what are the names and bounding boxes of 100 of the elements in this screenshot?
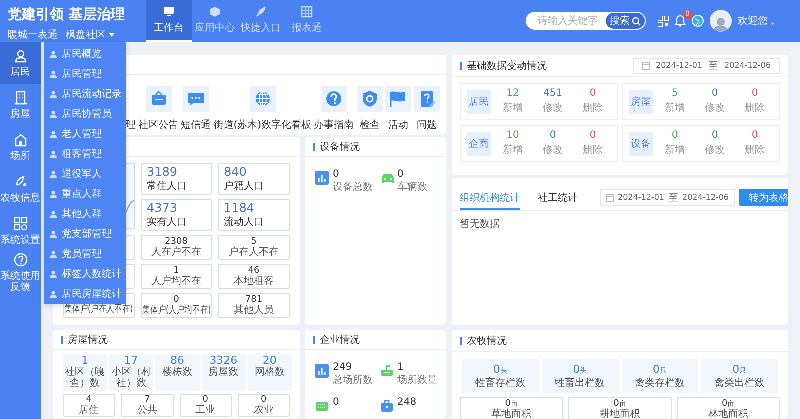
stat-label: 删除 — [745, 144, 765, 157]
menu-item[interactable]: 居民流动记录 — [44, 84, 126, 104]
search-button[interactable]: 搜索 — [606, 13, 645, 29]
sidebar-item[interactable]: 房屋 — [0, 84, 41, 126]
stat-card: 2308 人在户不在 — [141, 235, 212, 260]
category-tag: 设备 — [629, 132, 653, 156]
sidebar-item[interactable]: 居民 — [0, 42, 41, 84]
empty-message: 暂无数据 — [460, 218, 500, 231]
stat-value: 10 — [506, 130, 520, 141]
title-marker — [61, 336, 63, 344]
bell-icon — [675, 15, 686, 27]
stat-label: 删除 — [583, 144, 603, 157]
menu-item[interactable]: 老人管理 — [44, 124, 126, 144]
nav-tab[interactable]: 报表通 — [284, 0, 330, 42]
stat-card: 0 农业 — [238, 394, 290, 417]
panel-title: 农牧情况 — [467, 334, 507, 348]
caret-icon — [109, 33, 115, 37]
person-icon — [50, 150, 57, 158]
shortcut-item[interactable]: 社区公告 — [138, 86, 179, 132]
nav-tab[interactable]: 应用中心 — [192, 0, 238, 42]
nav-tab[interactable]: 工作台 — [146, 0, 192, 42]
leaf-icon — [14, 174, 28, 188]
app-title: 党建引领 基层治理 — [8, 6, 125, 24]
menu-item[interactable]: 重点人群 — [44, 184, 126, 204]
menu-item[interactable]: 标签人数统计 — [44, 264, 126, 284]
menu-item[interactable]: 租客管理 — [44, 144, 126, 164]
stat-tile: 17 小区（村社）数 — [109, 354, 154, 391]
stat-tile: 20 网格数 — [248, 354, 292, 391]
stat-value: 0 — [590, 130, 596, 141]
stat-value: 5 — [672, 88, 678, 99]
person-icon — [50, 270, 57, 278]
panel-title: 企业情况 — [320, 334, 360, 346]
stat-card: 840 户籍人口 — [218, 163, 290, 195]
stat-card: 7 公共 — [121, 394, 174, 417]
calendar-icon — [606, 194, 614, 202]
menu-item[interactable]: 党支部管理 — [44, 224, 126, 244]
person-icon — [713, 16, 729, 32]
stat-label: 删除 — [745, 102, 765, 115]
table-icon — [301, 6, 313, 18]
stat-value: 0 — [752, 130, 758, 141]
category-tag: 房屋 — [629, 90, 653, 114]
stat-tile: 3326 房屋数 — [202, 354, 246, 391]
person-icon — [50, 170, 57, 178]
person-icon — [50, 70, 57, 78]
stat-card: 5 户在人不在 — [218, 235, 290, 260]
stat-value: 0 — [398, 169, 405, 180]
greeting-text: 欢迎您， — [738, 14, 778, 28]
stat-value: 0 — [672, 130, 678, 141]
shortcut-item[interactable]: 短信通 — [181, 86, 212, 132]
nav-tab[interactable]: 快捷入口 — [238, 0, 284, 42]
title-marker — [313, 142, 315, 150]
search-field[interactable]: 请输入关键字 搜索 — [526, 12, 646, 30]
tab[interactable]: 社工统计 — [538, 188, 578, 210]
person-icon — [50, 290, 57, 298]
person-icon — [50, 90, 57, 98]
menu-item[interactable]: 居民概览 — [44, 44, 126, 64]
bar-chart-icon — [315, 364, 329, 378]
car-icon — [380, 171, 394, 185]
sidebar-item[interactable]: 系统使用反馈 — [0, 252, 41, 294]
community-selector[interactable]: 枫盘社区 — [66, 28, 115, 42]
person-icon — [50, 250, 57, 258]
sidebar-item[interactable]: 农牧信息 — [0, 168, 41, 210]
stat-value: 249 — [333, 362, 354, 373]
shortcut-item[interactable]: 办事指南 — [314, 86, 354, 132]
person-icon — [14, 48, 28, 62]
stat-card: 4 居住 — [63, 394, 116, 417]
house-icon — [14, 132, 28, 146]
panel-title: 房屋情况 — [68, 334, 108, 346]
stat-value: 0 — [550, 130, 556, 141]
menu-item[interactable]: 其他人群 — [44, 204, 126, 224]
menu-item[interactable]: 退役军人 — [44, 164, 126, 184]
stat-label: 修改 — [705, 102, 725, 115]
stat-label: 新增 — [665, 102, 685, 115]
stat-card: 1184 流动人口 — [218, 199, 290, 231]
help-icon — [14, 253, 28, 267]
building-icon — [14, 90, 28, 104]
stat-value: 1 — [398, 362, 405, 373]
tab[interactable]: 组织机构统计 — [460, 188, 520, 210]
sidebar-item[interactable]: 系统设置 — [0, 210, 41, 252]
menu-item[interactable]: 居民管理 — [44, 64, 126, 84]
stat-card: 0 集体户(人户均不在) — [141, 293, 212, 318]
monitor-icon — [163, 6, 175, 18]
stat-label: 新增 — [665, 144, 685, 157]
menu-item[interactable]: 居民协管员 — [44, 104, 126, 124]
sidebar-item[interactable]: 场所 — [0, 126, 41, 168]
stat-value: 0 — [752, 88, 758, 99]
stat-label: 修改 — [543, 102, 563, 115]
stat-card: 1 人户均不在 — [141, 264, 212, 289]
stat-value: 12 — [506, 88, 520, 99]
stat-label: 新增 — [503, 102, 523, 115]
shortcut-item[interactable]: 街道(苏木)数字化看板 — [214, 86, 312, 132]
menu-item[interactable]: 党员管理 — [44, 244, 126, 264]
stat-card: 0 工业 — [180, 394, 232, 417]
date-range-field[interactable]: 2024-12-01 至 2024-12-06 — [600, 189, 735, 206]
date-range-field[interactable]: 2024-12-01 至 2024-12-06 — [633, 58, 780, 74]
stat-label: 场所数量 — [398, 374, 438, 387]
router-icon — [380, 364, 394, 378]
stat-label: 修改 — [543, 144, 563, 157]
stat-card: 46 本地租客 — [218, 264, 290, 289]
shortcut-item[interactable]: 理 — [126, 118, 136, 132]
